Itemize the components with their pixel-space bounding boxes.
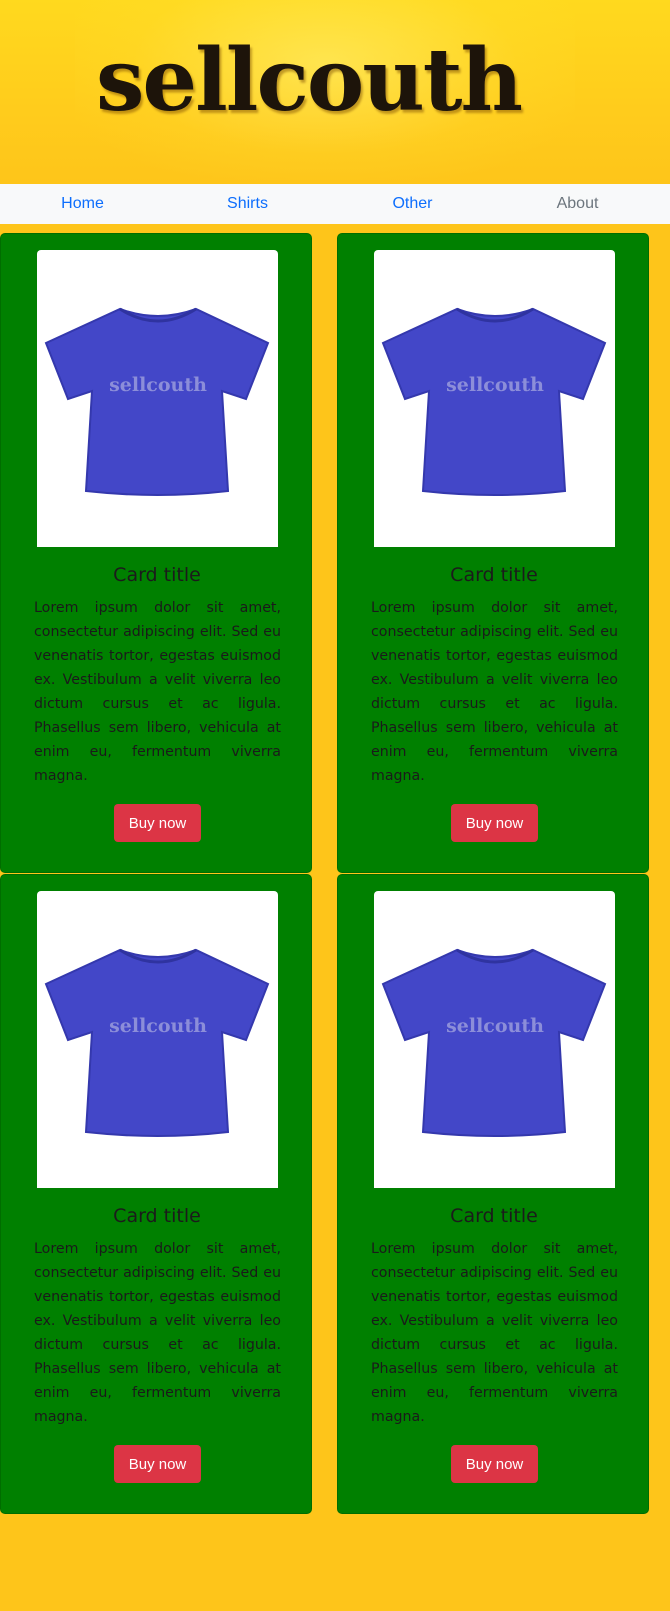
nav-link-about[interactable]: About: [495, 195, 660, 213]
product-card: sellcouth Card title Lorem ipsum dolor s…: [337, 874, 649, 1514]
card-title: Card title: [113, 564, 201, 586]
product-image: sellcouth: [374, 891, 615, 1188]
card-title: Card title: [450, 564, 538, 586]
shirt-print-text: sellcouth: [109, 374, 207, 396]
product-card: sellcouth Card title Lorem ipsum dolor s…: [337, 233, 649, 873]
card-text: Lorem ipsum dolor sit amet, consectetur …: [34, 1241, 281, 1425]
buy-now-button[interactable]: Buy now: [114, 1445, 201, 1483]
tshirt-icon: sellcouth: [44, 307, 269, 496]
nav-link-home[interactable]: Home: [0, 195, 165, 213]
shirt-print-text: sellcouth: [446, 374, 544, 396]
product-image: sellcouth: [37, 891, 278, 1188]
card-text: Lorem ipsum dolor sit amet, consectetur …: [371, 1241, 618, 1425]
buy-now-button[interactable]: Buy now: [451, 1445, 538, 1483]
product-image: sellcouth: [374, 250, 615, 547]
tshirt-icon: sellcouth: [381, 307, 606, 496]
tshirt-icon: sellcouth: [44, 948, 269, 1137]
card-text: Lorem ipsum dolor sit amet, consectetur …: [34, 600, 281, 784]
card-title: Card title: [113, 1205, 201, 1227]
page: sellcouth Home Shirts Other About sellco…: [0, 0, 670, 1611]
buy-now-button[interactable]: Buy now: [114, 804, 201, 842]
header-banner: sellcouth: [0, 0, 670, 184]
shirt-print-text: sellcouth: [109, 1015, 207, 1037]
card-title: Card title: [450, 1205, 538, 1227]
nav-link-other[interactable]: Other: [330, 195, 495, 213]
shirt-print-text: sellcouth: [446, 1015, 544, 1037]
buy-now-button[interactable]: Buy now: [451, 804, 538, 842]
card-text: Lorem ipsum dolor sit amet, consectetur …: [371, 600, 618, 784]
tshirt-icon: sellcouth: [381, 948, 606, 1137]
site-logo[interactable]: sellcouth: [96, 38, 523, 124]
product-image: sellcouth: [37, 250, 278, 547]
nav-link-shirts[interactable]: Shirts: [165, 195, 330, 213]
product-card: sellcouth Card title Lorem ipsum dolor s…: [0, 874, 312, 1514]
main-navbar: Home Shirts Other About: [0, 184, 670, 224]
product-card: sellcouth Card title Lorem ipsum dolor s…: [0, 233, 312, 873]
